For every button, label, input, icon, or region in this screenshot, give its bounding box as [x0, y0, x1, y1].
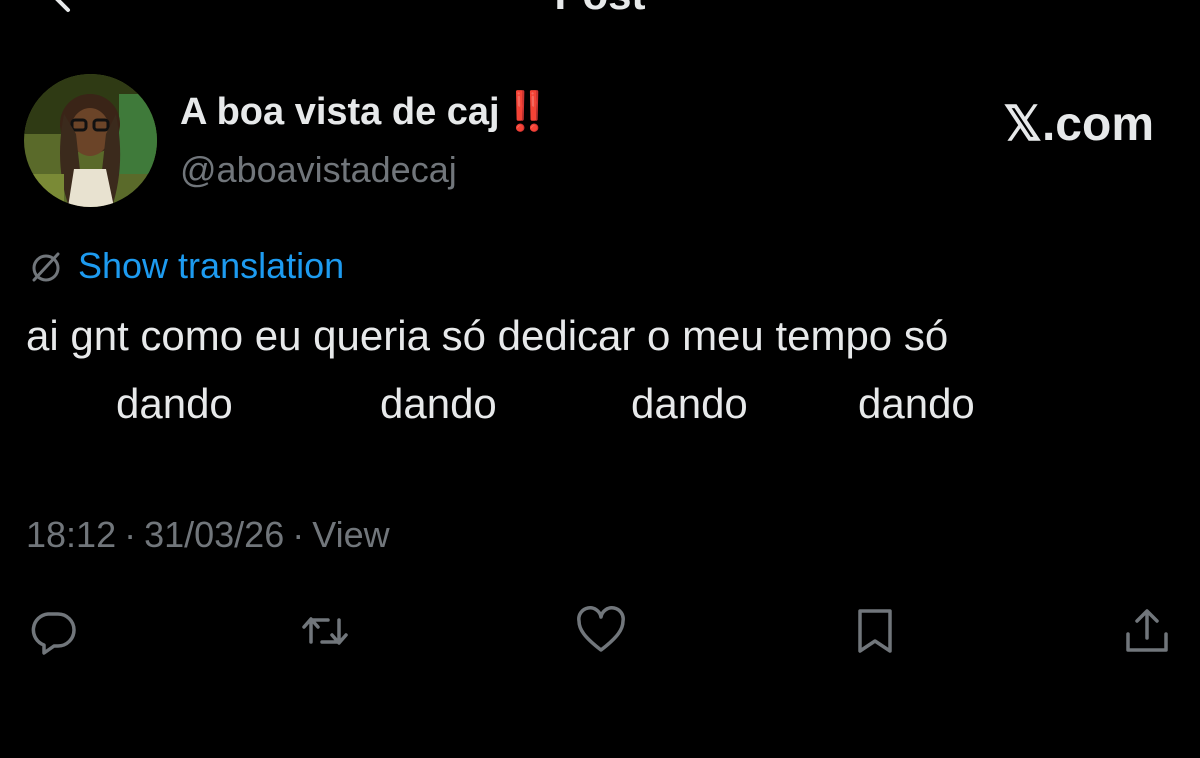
meta-separator: · [124, 514, 137, 555]
share-icon [1126, 609, 1168, 652]
heart-icon [577, 606, 625, 652]
meta-separator: · [292, 514, 305, 555]
like-button[interactable] [576, 606, 626, 656]
tweet-word: dando [631, 380, 748, 427]
repost-icon [302, 617, 348, 645]
repost-button[interactable] [300, 606, 350, 656]
post-meta: 18:12 · 31/03/26 · View [26, 514, 390, 556]
tweet-word: dando [116, 380, 233, 427]
reply-button[interactable] [28, 606, 78, 656]
tweet-word: dando [858, 380, 975, 427]
show-translation-label: Show translation [78, 245, 345, 286]
user-handle[interactable]: @aboavistadecaj [180, 149, 457, 191]
share-button[interactable] [1122, 606, 1172, 656]
bookmark-icon [858, 609, 892, 653]
page-title: Post [0, 0, 1200, 16]
tweet-word: dando [380, 380, 497, 427]
show-translation-button[interactable]: Show translation [28, 244, 344, 288]
post-time: 18:12 [26, 514, 117, 555]
source-label: 𝕏.com [1003, 98, 1154, 151]
bookmark-button[interactable] [850, 606, 900, 656]
double-exclamation-emoji: ‼️ [503, 91, 551, 133]
display-name[interactable]: A boa vista de caj ‼️ [180, 90, 551, 134]
tweet-text-line-1: ai gnt como eu queria só dedicar o meu t… [26, 312, 949, 359]
profile-photo [24, 74, 157, 207]
views-link[interactable]: View [312, 514, 389, 555]
display-name-text: A boa vista de caj [180, 91, 500, 133]
reply-icon [31, 612, 76, 655]
post-date: 31/03/26 [144, 514, 285, 555]
globe-slash-icon [32, 252, 60, 282]
top-bar: Post [0, 0, 1200, 20]
avatar[interactable] [24, 74, 157, 207]
